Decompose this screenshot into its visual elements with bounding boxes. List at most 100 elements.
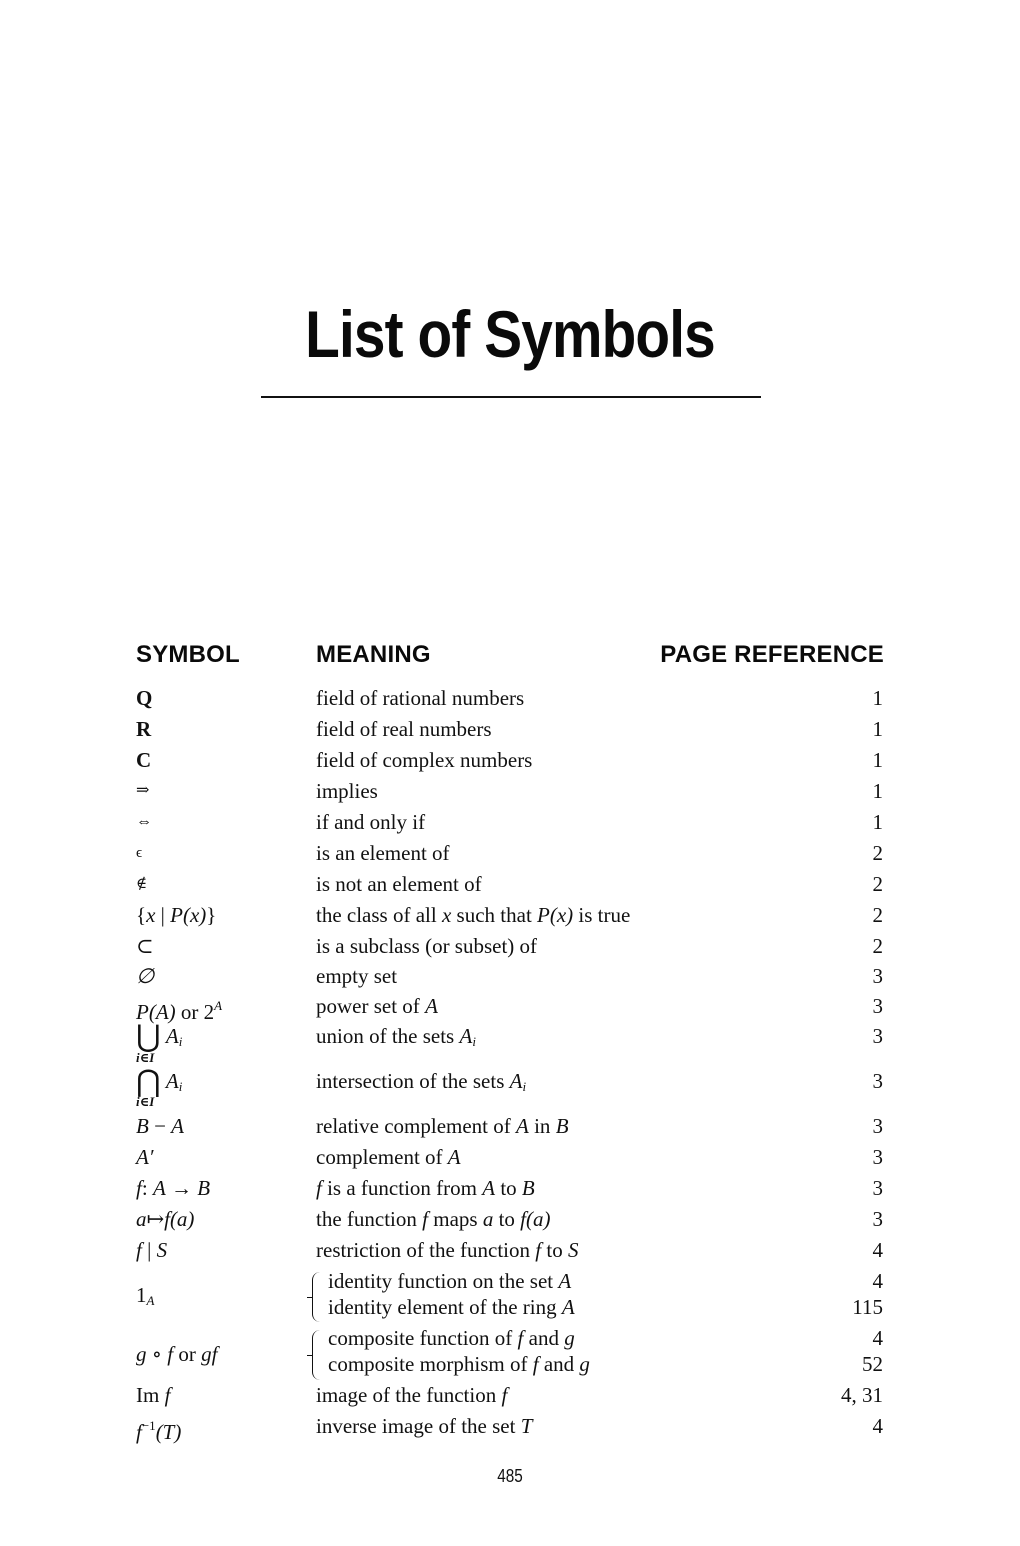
prime: ′ [148, 1145, 154, 1169]
table-row: R field of real numbers 1 [0, 714, 1020, 744]
page-ref: 52 [862, 1352, 883, 1376]
var-a: a [482, 1207, 494, 1231]
text: identity element of the ring [328, 1295, 562, 1319]
page-ref: 3 [872, 994, 884, 1018]
mapsto-arrow: ↦ [146, 1207, 165, 1231]
page-ref: 2 [872, 903, 884, 927]
page-ref: 3 [872, 1207, 884, 1231]
inverse-image-symbol: f−1(T) [136, 1411, 181, 1447]
function-symbol: f: A → B [136, 1173, 210, 1203]
page-ref: 1 [872, 717, 884, 741]
not-element-of-symbol: ∉ [136, 876, 148, 892]
subscript-i: i [522, 1079, 527, 1094]
var-g: g [579, 1352, 590, 1376]
page-ref: 1 [872, 748, 884, 772]
table-row: ⋃ Ai union of the sets Ai 3 [0, 1020, 1020, 1053]
im: Im [136, 1383, 165, 1407]
page-ref: 4 [872, 1414, 884, 1438]
arrow: → [165, 1176, 198, 1200]
restriction-symbol: f | S [136, 1235, 167, 1265]
var-A: A [558, 1269, 572, 1293]
set-builder-symbol: {x | P(x)} [136, 900, 216, 930]
var-A: A [165, 1069, 179, 1093]
page-ref: 4, 31 [841, 1383, 883, 1407]
meaning: the class of all x such that P(x) is tru… [316, 900, 630, 930]
table-row: C field of complex numbers 1 [0, 745, 1020, 775]
page-title: List of Symbols [305, 297, 716, 371]
symbol-complex: C [136, 748, 152, 772]
meaning: f is a function from A to B [316, 1173, 535, 1203]
complement-symbol: A′ [136, 1142, 153, 1172]
page-ref: 4 [872, 1238, 884, 1262]
relative-complement-symbol: B − A [136, 1111, 184, 1141]
text: inverse image of the set [316, 1414, 521, 1438]
table-row: ⊂ is a subclass (or subset) of 2 [0, 931, 1020, 961]
var-B: B [136, 1114, 149, 1138]
table-row: ∉ is not an element of 2 [0, 869, 1020, 899]
text: such that [451, 903, 538, 927]
table-row: a↦f(a) the function f maps a to f(a) 3 [0, 1204, 1020, 1234]
meaning: power set of A [316, 991, 438, 1021]
table-row: ⋂ Ai intersection of the sets Ai 3 [0, 1066, 1020, 1097]
table-row: composite morphism of f and g 52 [0, 1349, 1020, 1379]
var-f: f [501, 1383, 508, 1407]
table-row: f | S restriction of the function f to S… [0, 1235, 1020, 1265]
subscript-i: i [472, 1034, 476, 1049]
table-row: ϵ is an element of 2 [0, 838, 1020, 868]
text: image of the function [316, 1383, 502, 1407]
var-B: B [521, 1176, 535, 1200]
text: and [538, 1352, 580, 1376]
meaning: inverse image of the set T [316, 1411, 532, 1441]
meaning: implies [316, 779, 378, 803]
table-row: ⇒ implies 1 [0, 776, 1020, 806]
superscript-inverse: −1 [141, 1418, 156, 1433]
var-A: A [561, 1295, 575, 1319]
colon: : [141, 1176, 153, 1200]
var-A: A [516, 1114, 529, 1138]
meaning: field of real numbers [316, 717, 492, 741]
union-operator: ⋃ [136, 1020, 161, 1053]
header-symbol: SYMBOL [136, 641, 240, 668]
subset-symbol: ⊂ [136, 934, 154, 958]
var-g: g [564, 1326, 575, 1350]
text: maps [427, 1207, 483, 1231]
text: identity function on the set [328, 1269, 559, 1293]
lbrace: { [136, 903, 147, 927]
symbol-rationals: Q [136, 686, 153, 710]
var-a: a [136, 1207, 147, 1231]
predicate: P(x) [170, 903, 207, 927]
text: complement of [316, 1145, 448, 1169]
text: intersection of the sets [316, 1069, 510, 1093]
table-row: A′ complement of A 3 [0, 1142, 1020, 1172]
var-x: x [441, 903, 452, 927]
bar: | [155, 903, 171, 927]
subscript-i: i [178, 1079, 183, 1094]
meaning: union of the sets Ai [316, 1021, 476, 1057]
image-symbol: Im f [136, 1380, 170, 1410]
bar: | [141, 1238, 157, 1262]
element-of-symbol: ϵ [136, 845, 143, 861]
page-ref: 2 [872, 841, 884, 865]
var-A: A [425, 994, 438, 1018]
meaning: relative complement of A in B [316, 1111, 569, 1141]
f-of-a: f(a) [164, 1207, 195, 1231]
page-ref: 2 [872, 934, 884, 958]
intersection-index: i∈I [136, 1094, 155, 1109]
meaning: image of the function f [316, 1380, 507, 1410]
table-row: {x | P(x)} the class of all x such that … [0, 900, 1020, 930]
var-A: A [165, 1024, 179, 1048]
table-row: Im f image of the function f 4, 31 [0, 1380, 1020, 1410]
meaning: identity element of the ring A [328, 1292, 575, 1322]
page-ref: 2 [872, 872, 884, 896]
table-row: P(A) or 2A power set of A 3 [0, 991, 1020, 1024]
union-index: i∈I [136, 1050, 155, 1065]
text: is true [573, 903, 631, 927]
page-ref: 3 [872, 1176, 884, 1200]
var-A: A [482, 1176, 496, 1200]
table-row: ⇔ if and only if 1 [0, 807, 1020, 837]
table-row: Q field of rational numbers 1 [0, 683, 1020, 713]
page-number: 485 [497, 1466, 523, 1486]
table-row: f: A → B f is a function from A to B 3 [0, 1173, 1020, 1203]
rbrace: } [206, 903, 217, 927]
symbol-reals: R [136, 717, 152, 741]
